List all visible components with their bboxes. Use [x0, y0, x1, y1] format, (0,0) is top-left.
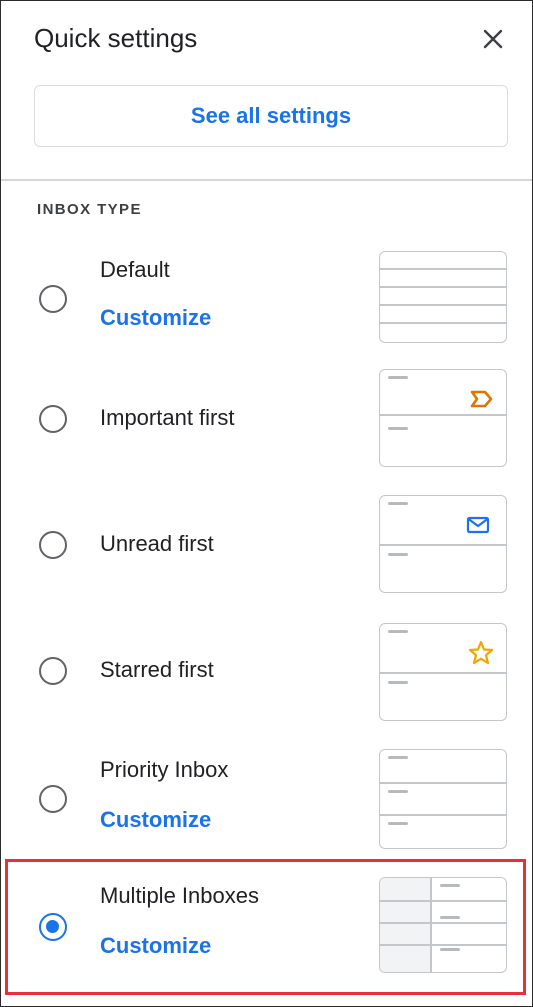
starred-first-radio[interactable] — [39, 657, 67, 685]
default-customize-link[interactable]: Customize — [100, 305, 211, 331]
multiple-inboxes-label[interactable]: Multiple Inboxes — [100, 883, 259, 909]
priority-inbox-customize-link[interactable]: Customize — [100, 807, 211, 833]
important-marker-icon — [470, 390, 493, 408]
close-button[interactable] — [477, 23, 509, 55]
inbox-type-unread-first[interactable]: Unread first — [1, 487, 532, 607]
multiple-inboxes-customize-link[interactable]: Customize — [100, 933, 211, 959]
unread-first-label[interactable]: Unread first — [100, 531, 214, 557]
see-all-settings-button[interactable]: See all settings — [34, 85, 508, 147]
multiple-inboxes-thumbnail — [379, 877, 507, 973]
unread-first-thumbnail — [379, 495, 507, 593]
default-radio[interactable] — [39, 285, 67, 313]
inbox-type-starred-first[interactable]: Starred first — [1, 613, 532, 733]
inbox-type-priority-inbox[interactable]: Priority Inbox Customize — [1, 741, 532, 861]
inbox-type-multiple-inboxes[interactable]: Multiple Inboxes Customize — [1, 867, 532, 987]
unread-first-radio[interactable] — [39, 531, 67, 559]
inbox-type-heading: INBOX TYPE — [37, 201, 142, 218]
envelope-icon — [466, 516, 490, 534]
important-first-radio[interactable] — [39, 405, 67, 433]
priority-inbox-radio[interactable] — [39, 785, 67, 813]
inbox-type-default[interactable]: Default Customize — [1, 241, 532, 361]
important-first-label[interactable]: Important first — [100, 405, 234, 431]
close-icon — [483, 29, 503, 49]
star-icon — [468, 640, 494, 664]
priority-inbox-label[interactable]: Priority Inbox — [100, 757, 228, 783]
multiple-inboxes-radio[interactable] — [39, 913, 67, 941]
starred-first-thumbnail — [379, 623, 507, 721]
starred-first-label[interactable]: Starred first — [100, 657, 214, 683]
default-label[interactable]: Default — [100, 257, 170, 283]
inbox-type-important-first[interactable]: Important first — [1, 361, 532, 481]
default-thumbnail — [379, 251, 507, 343]
priority-inbox-thumbnail — [379, 749, 507, 849]
quick-settings-header: Quick settings See all settings — [1, 1, 532, 181]
quick-settings-panel: Quick settings See all settings INBOX TY… — [0, 0, 533, 1007]
important-first-thumbnail — [379, 369, 507, 467]
panel-title: Quick settings — [34, 23, 198, 53]
